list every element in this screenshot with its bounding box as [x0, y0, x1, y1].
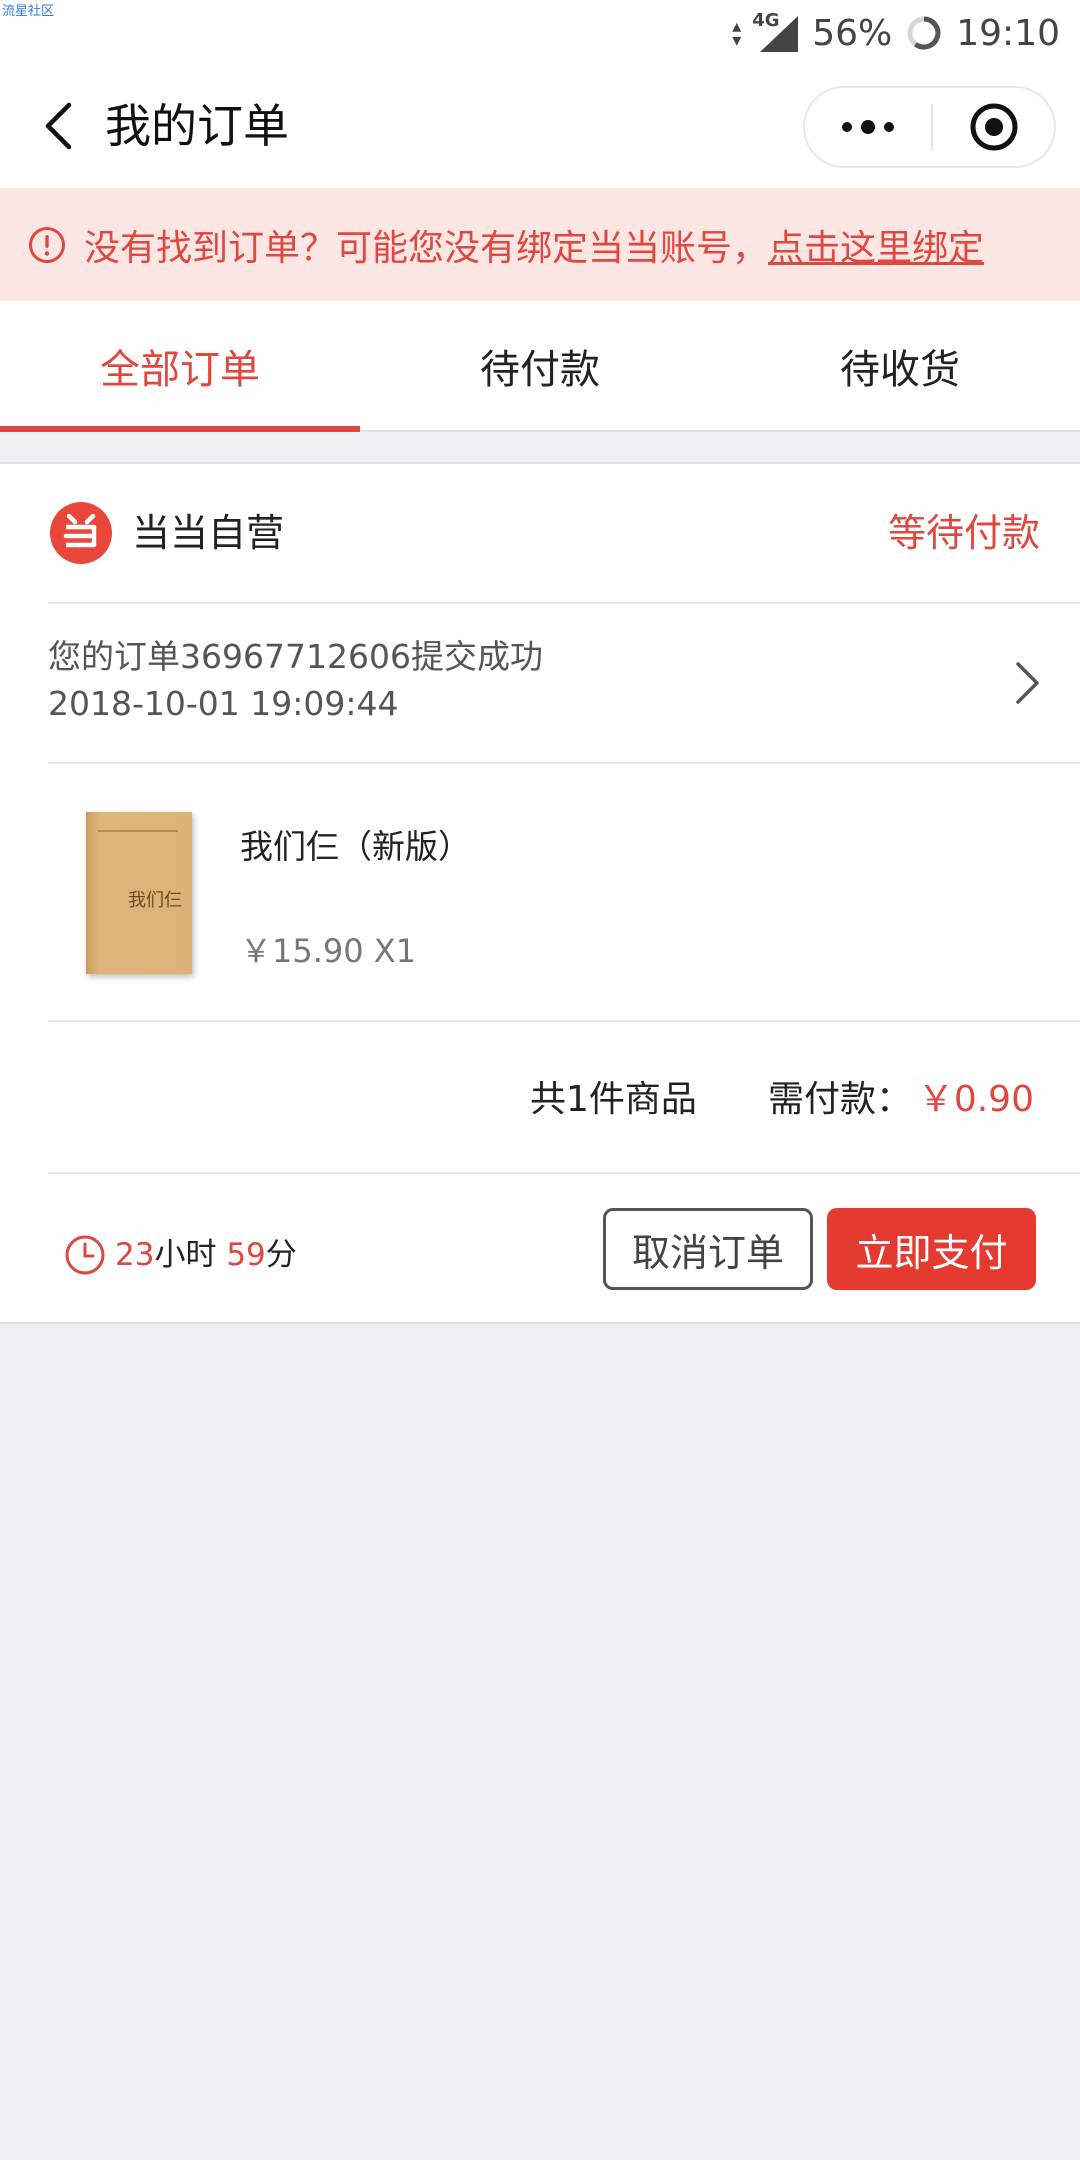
book-cover-image: 我们仨: [86, 812, 192, 974]
clock-time: 19:10: [956, 12, 1060, 54]
order-item[interactable]: 我们仨 我们仨（新版） ￥15.90 X1: [0, 764, 1080, 1020]
item-price-qty: ￥15.90 X1: [240, 932, 417, 970]
chevron-right-icon: [1016, 662, 1039, 704]
bind-account-notice: 没有找到订单？可能您没有绑定当当账号， 点击这里绑定: [0, 188, 1080, 301]
status-bar: 流星社区 ▴ ▾ 4G 56% 19:10: [0, 0, 1080, 66]
signal-bars-icon: [760, 16, 799, 52]
order-status: 等待付款: [887, 511, 1040, 555]
order-tabs: 全部订单 待付款 待收货: [0, 301, 1080, 432]
watermark: 流星社区: [2, 4, 55, 19]
page: 流星社区 ▴ ▾ 4G 56% 19:10 我的订单 没有找到订单？可能您没有绑…: [0, 0, 1080, 2160]
pay-label: 需付款：: [768, 1079, 913, 1120]
back-button[interactable]: [28, 96, 88, 156]
notice-text: 没有找到订单？可能您没有绑定当当账号，: [84, 227, 769, 269]
page-title: 我的订单: [105, 99, 289, 153]
data-arrows-icon: ▴ ▾: [732, 16, 742, 51]
countdown-minutes: 59: [226, 1237, 266, 1273]
cancel-order-button[interactable]: 取消订单: [603, 1208, 813, 1290]
cover-title: 我们仨: [128, 890, 182, 911]
order-info-row[interactable]: 您的订单36967712606提交成功 2018-10-01 19:09:44: [0, 604, 1080, 762]
battery-icon: [907, 16, 941, 50]
tab-all-orders[interactable]: 全部订单: [0, 301, 360, 432]
nav-bar: 我的订单: [0, 66, 1080, 188]
dangdang-logo-icon: [50, 502, 112, 564]
warning-icon: [29, 226, 65, 263]
battery-percent: 56%: [812, 12, 893, 54]
countdown-minutes-unit: 分: [265, 1237, 297, 1273]
bind-account-link[interactable]: 点击这里绑定: [768, 219, 984, 271]
item-name: 我们仨（新版）: [240, 827, 471, 866]
mini-program-capsule: [803, 86, 1056, 168]
order-datetime: 2018-10-01 19:09:44: [48, 684, 399, 723]
target-icon: [970, 103, 1017, 151]
item-count: 共1件商品: [530, 1079, 697, 1120]
more-dots-icon: [842, 120, 894, 134]
clock-icon: [65, 1235, 105, 1275]
order-card: 当当自营 等待付款 您的订单36967712606提交成功 2018-10-01…: [0, 462, 1080, 1324]
order-summary: 共1件商品 需付款： ￥0.90: [0, 1022, 1080, 1172]
tab-pending-payment[interactable]: 待付款: [360, 301, 720, 430]
shop-row: 当当自营 等待付款: [0, 464, 1080, 602]
close-mini-program-button[interactable]: [933, 88, 1054, 166]
pay-now-button[interactable]: 立即支付: [827, 1208, 1036, 1290]
status-right: ▴ ▾ 4G 56% 19:10: [732, 8, 1060, 58]
countdown-hours: 23: [115, 1237, 155, 1273]
countdown-hours-unit: 小时: [154, 1237, 217, 1273]
shop-name: 当当自营: [132, 511, 285, 555]
order-actions: 23小时 59分 取消订单 立即支付: [0, 1174, 1080, 1324]
payment-countdown: 23小时 59分: [115, 1234, 297, 1276]
more-button[interactable]: [805, 88, 931, 166]
signal-icon: ▴ ▾ 4G: [732, 10, 799, 56]
chevron-left-icon: [45, 102, 72, 150]
tab-pending-receipt[interactable]: 待收货: [720, 301, 1080, 430]
order-submitted-text: 您的订单36967712606提交成功: [48, 637, 543, 676]
pay-amount: ￥0.90: [917, 1079, 1034, 1120]
cover-decoration: [98, 830, 178, 832]
